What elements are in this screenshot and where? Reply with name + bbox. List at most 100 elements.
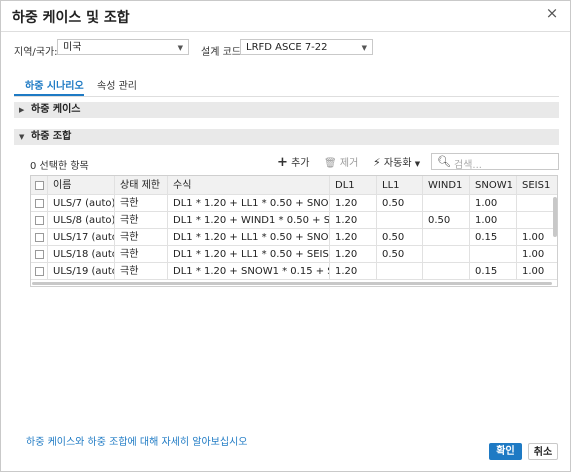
cell-ll1: 0.50 — [377, 246, 423, 262]
row-select-cell — [31, 246, 48, 262]
cell-snow1: 0.15 — [470, 229, 517, 245]
title-bar: 하중 케이스 및 조합 × — [1, 1, 570, 31]
design-code-label: 설계 코드: — [201, 47, 245, 58]
column-header-name[interactable]: 이름 — [48, 176, 115, 194]
cell-name: ULS/8 (auto) — [48, 212, 115, 228]
cell-wind1: 0.50 — [423, 212, 470, 228]
row-checkbox[interactable] — [35, 233, 44, 242]
cell-ll1: 0.50 — [377, 195, 423, 211]
table-row[interactable]: ULS/8 (auto) 극한 DL1 * 1.20 + WIND1 * 0.5… — [31, 212, 557, 229]
cell-wind1 — [423, 229, 470, 245]
cell-dl1: 1.20 — [330, 229, 377, 245]
tab-property-management[interactable]: 속성 관리 — [97, 77, 137, 92]
cell-seis1: 1.00 — [522, 266, 545, 277]
cell-dl1: 1.20 — [330, 195, 377, 211]
cell-seis1 — [517, 212, 557, 228]
cell-dl1: 1.20 — [330, 263, 377, 279]
load-combinations-section-label: 하중 조합 — [31, 131, 72, 142]
title-divider — [1, 31, 570, 32]
row-select-cell — [31, 229, 48, 245]
search-placeholder: 검색... — [454, 160, 482, 171]
cell-formula: DL1 * 1.20 + WIND1 * 0.50 + SNOW1 * 1... — [168, 212, 330, 228]
row-select-cell — [31, 195, 48, 211]
search-icon: 🔍︎ — [437, 155, 451, 168]
cell-snow1: 0.15 — [470, 263, 517, 279]
cell-seis1: 1.00 — [522, 232, 545, 243]
cell-name: ULS/18 (auto) — [48, 246, 115, 262]
cell-name: ULS/19 (auto) — [48, 263, 115, 279]
table-row[interactable]: ULS/18 (auto) 극한 DL1 * 1.20 + LL1 * 0.50… — [31, 246, 557, 263]
row-select-cell — [31, 263, 48, 279]
cell-limit-state: 극한 — [115, 229, 168, 245]
cell-dl1: 1.20 — [330, 212, 377, 228]
ok-button[interactable]: 확인 — [489, 443, 522, 460]
cell-wind1 — [423, 263, 470, 279]
column-header-limit-state[interactable]: 상태 제한 — [115, 176, 168, 194]
automate-button[interactable]: ⚡ 자동화 ▼ — [373, 154, 420, 169]
cell-formula: DL1 * 1.20 + LL1 * 0.50 + SNOW1 * 0.15 .… — [168, 229, 330, 245]
dialog-title: 하중 케이스 및 조합 — [12, 10, 130, 26]
region-select[interactable]: 미국 ▼ — [57, 39, 189, 55]
lightning-icon: ⚡ — [373, 156, 381, 169]
chevron-down-icon: ▼ — [414, 160, 421, 168]
column-header-wind1[interactable]: WIND1 — [423, 176, 470, 194]
load-combinations-section[interactable]: ▼ 하중 조합 — [14, 129, 559, 145]
chevron-down-icon: ▼ — [19, 133, 25, 141]
remove-button[interactable]: 🗑 제거 — [324, 154, 358, 169]
table-row[interactable]: ULS/7 (auto) 극한 DL1 * 1.20 + LL1 * 0.50 … — [31, 195, 557, 212]
column-header-ll1[interactable]: LL1 — [377, 176, 423, 194]
cell-snow1: 1.00 — [470, 195, 517, 211]
load-combinations-table: 이름 상태 제한 수식 DL1 LL1 WIND1 SNOW1 SEIS1 UL… — [30, 175, 558, 287]
cancel-button[interactable]: 취소 — [528, 443, 558, 460]
cell-ll1 — [377, 263, 423, 279]
region-value: 미국 — [63, 42, 82, 53]
select-all-cell — [31, 176, 48, 194]
column-header-snow1[interactable]: SNOW1 — [470, 176, 517, 194]
cell-name: ULS/7 (auto) — [48, 195, 115, 211]
trash-icon: 🗑 — [324, 158, 337, 169]
cell-formula: DL1 * 1.20 + SNOW1 * 0.15 + SEIS1 * 1.00 — [168, 263, 330, 279]
tab-load-scenarios[interactable]: 하중 시나리오 — [25, 77, 84, 92]
close-icon[interactable]: × — [545, 6, 559, 21]
selection-count: 0 선택한 항목 — [30, 161, 89, 172]
row-checkbox[interactable] — [35, 250, 44, 259]
help-link[interactable]: 하중 케이스와 하중 조합에 대해 자세히 알아보십시오 — [26, 433, 247, 448]
vertical-scrollbar[interactable] — [553, 197, 557, 237]
row-select-cell — [31, 212, 48, 228]
cell-formula: DL1 * 1.20 + LL1 * 0.50 + SNOW1 * 1.00 — [168, 195, 330, 211]
load-cases-section-label: 하중 케이스 — [31, 104, 81, 115]
design-code-select[interactable]: LRFD ASCE 7-22 ▼ — [240, 39, 373, 55]
remove-button-label: 제거 — [339, 158, 359, 169]
cell-wind1 — [423, 195, 470, 211]
search-input[interactable]: 🔍︎ 검색... — [431, 153, 559, 171]
cell-snow1 — [470, 246, 517, 262]
tab-divider — [14, 96, 559, 97]
row-checkbox[interactable] — [35, 216, 44, 225]
add-button-label: 추가 — [291, 158, 310, 169]
cell-wind1 — [423, 246, 470, 262]
cell-ll1: 0.50 — [377, 229, 423, 245]
table-row[interactable]: ULS/17 (auto) 극한 DL1 * 1.20 + LL1 * 0.50… — [31, 229, 557, 246]
chevron-right-icon: ▶ — [19, 106, 25, 114]
add-button[interactable]: + 추가 — [277, 154, 310, 170]
row-checkbox[interactable] — [35, 267, 44, 276]
cell-limit-state: 극한 — [115, 263, 168, 279]
cell-limit-state: 극한 — [115, 246, 168, 262]
cell-snow1: 1.00 — [470, 212, 517, 228]
horizontal-scrollbar[interactable] — [32, 282, 552, 285]
table-header-row: 이름 상태 제한 수식 DL1 LL1 WIND1 SNOW1 SEIS1 — [31, 176, 557, 195]
column-header-seis1[interactable]: SEIS1 — [517, 176, 557, 194]
cell-limit-state: 극한 — [115, 212, 168, 228]
chevron-down-icon: ▼ — [361, 44, 367, 52]
select-all-checkbox[interactable] — [35, 181, 44, 190]
load-cases-section[interactable]: ▶ 하중 케이스 — [14, 102, 559, 118]
cell-name: ULS/17 (auto) — [48, 229, 115, 245]
chevron-down-icon: ▼ — [177, 44, 183, 52]
table-row[interactable]: ULS/19 (auto) 극한 DL1 * 1.20 + SNOW1 * 0.… — [31, 263, 557, 280]
column-header-dl1[interactable]: DL1 — [330, 176, 377, 194]
load-cases-dialog: 하중 케이스 및 조합 × 지역/국가: 미국 ▼ 설계 코드: LRFD AS… — [0, 0, 571, 472]
cell-seis1 — [517, 195, 557, 211]
row-checkbox[interactable] — [35, 199, 44, 208]
automate-button-label: 자동화 — [383, 158, 412, 169]
column-header-formula[interactable]: 수식 — [168, 176, 330, 194]
